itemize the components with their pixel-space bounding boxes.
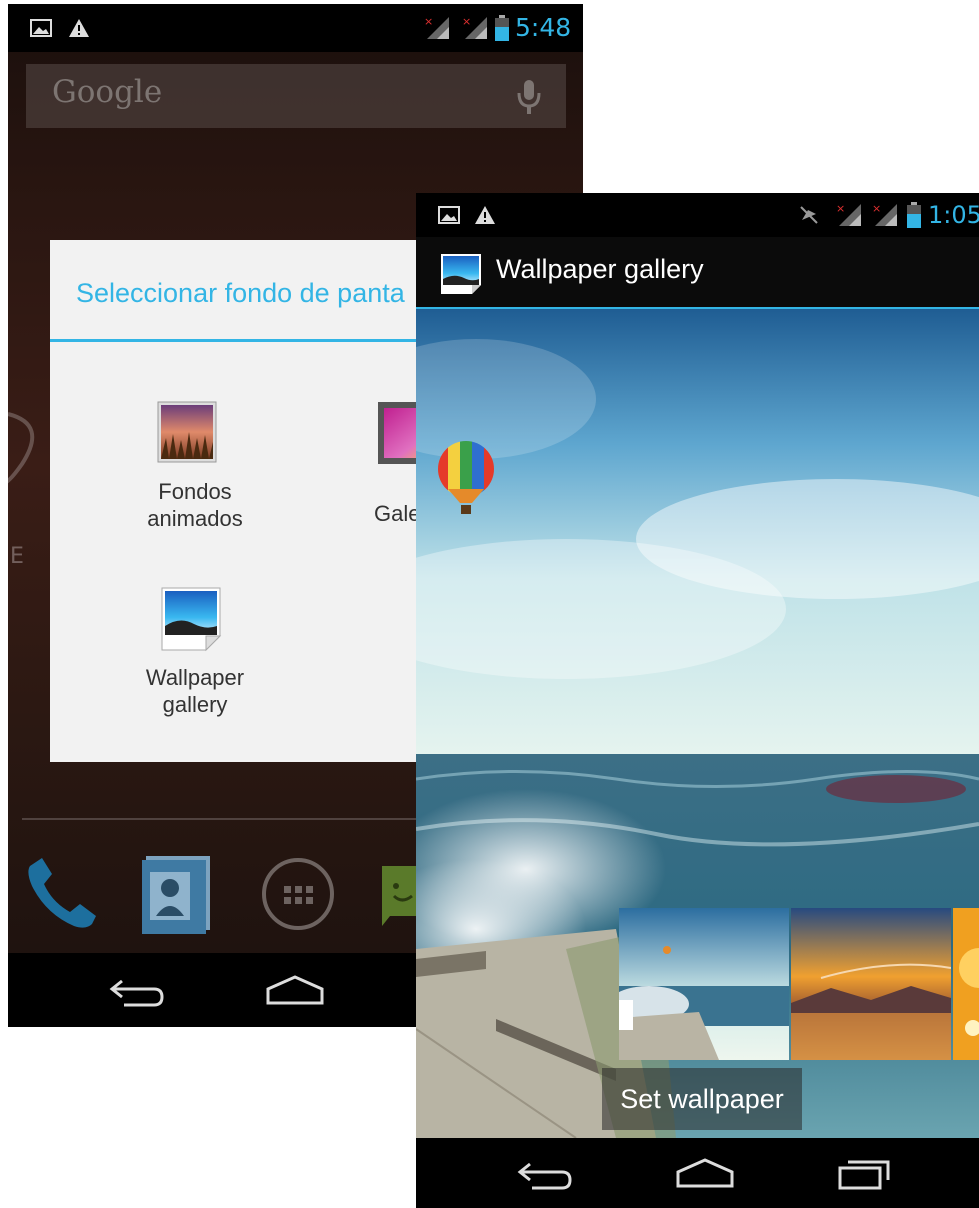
warning-notification-icon xyxy=(472,193,498,237)
svg-text:×: × xyxy=(836,202,845,215)
battery-icon xyxy=(906,193,922,237)
thumbnail-beach-balloon[interactable] xyxy=(619,908,789,1060)
dialog-title: Seleccionar fondo de panta xyxy=(76,278,405,308)
google-search-bar[interactable]: Google xyxy=(26,64,566,128)
option-wallpaper-gallery[interactable]: Wallpaper gallery xyxy=(100,578,290,728)
option-label-line1: Fondos xyxy=(158,479,232,504)
status-time: 5:48 xyxy=(515,13,572,42)
svg-text:×: × xyxy=(462,15,471,28)
apps-grid-icon[interactable] xyxy=(260,856,336,936)
status-bar: × × 1:05 xyxy=(416,193,979,237)
front-phone-screen: × × 1:05 Wallpaper gallery Set wallpaper xyxy=(416,193,979,1208)
option-label-line1: Wallpaper xyxy=(145,665,245,690)
status-bar: × × 5:48 xyxy=(8,4,583,52)
back-icon[interactable] xyxy=(108,971,166,1015)
signal-no-sim-icon-2: × xyxy=(870,193,900,237)
signal-no-sim-icon-2: × xyxy=(460,4,490,52)
action-bar: Wallpaper gallery xyxy=(416,237,979,307)
contacts-icon[interactable] xyxy=(138,852,214,940)
battery-icon xyxy=(494,4,510,52)
picture-notification-icon xyxy=(28,4,54,52)
option-live-wallpapers[interactable]: Fondos animados xyxy=(100,390,290,540)
live-wallpaper-icon xyxy=(156,400,220,470)
front-navigation-bar xyxy=(416,1138,979,1208)
svg-text:×: × xyxy=(424,15,433,28)
action-bar-title: Wallpaper gallery xyxy=(496,254,704,284)
search-placeholder: Google xyxy=(52,74,163,110)
recent-apps-icon[interactable] xyxy=(836,1154,892,1194)
wallpaper-gallery-icon xyxy=(160,586,222,656)
status-time: 1:05 xyxy=(928,201,979,229)
thumbnail-sunset-lake[interactable] xyxy=(791,908,951,1060)
warning-notification-icon xyxy=(66,4,92,52)
signal-no-sim-icon-1: × xyxy=(422,4,452,52)
microphone-icon[interactable] xyxy=(516,78,542,120)
mute-icon xyxy=(796,193,822,237)
home-icon[interactable] xyxy=(674,1156,736,1194)
option-label-line2: gallery xyxy=(162,692,228,717)
svg-text:×: × xyxy=(872,202,881,215)
phone-icon[interactable] xyxy=(20,852,100,936)
picture-notification-icon xyxy=(436,193,462,237)
signal-no-sim-icon-1: × xyxy=(834,193,864,237)
thumbnail-orange[interactable] xyxy=(953,908,979,1060)
option-label-line2: animados xyxy=(147,506,243,531)
set-wallpaper-button[interactable]: Set wallpaper xyxy=(602,1068,802,1130)
wallpaper-gallery-app-icon[interactable] xyxy=(440,253,482,299)
home-icon[interactable] xyxy=(264,973,326,1011)
hot-air-balloon-image xyxy=(436,441,496,525)
background-swirl xyxy=(8,404,52,498)
back-icon[interactable] xyxy=(516,1154,574,1198)
